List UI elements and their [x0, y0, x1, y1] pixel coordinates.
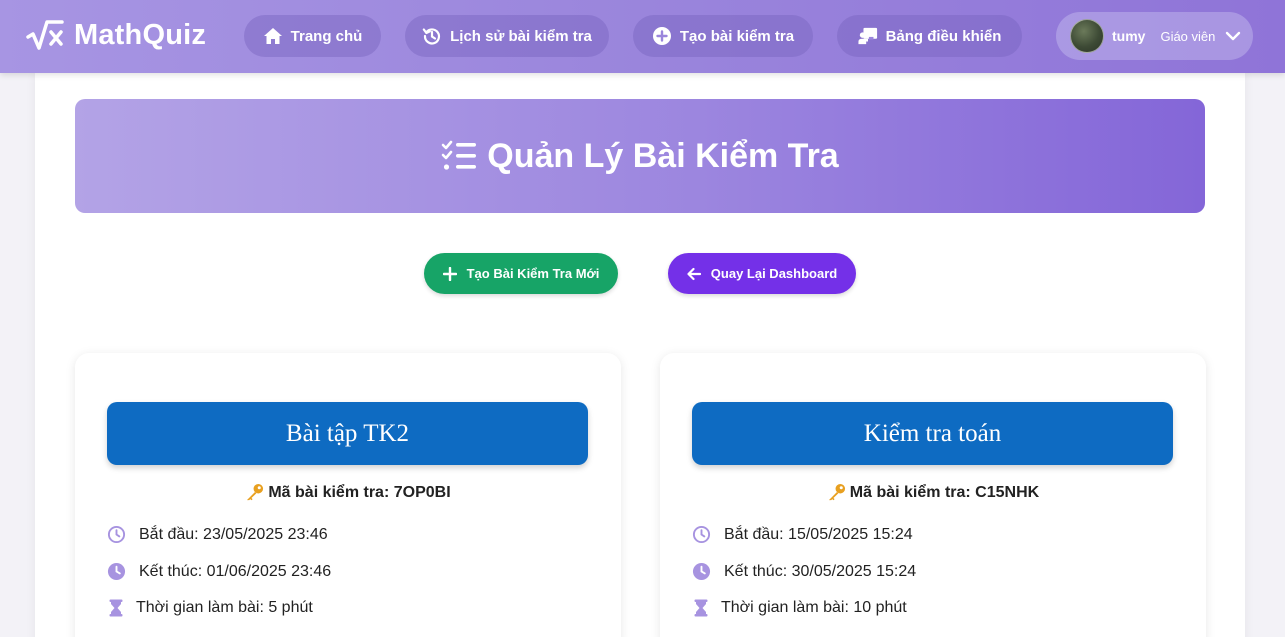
- teacher-board-icon: [858, 27, 877, 45]
- quiz-duration: Thời gian làm bài: 10 phút: [692, 599, 907, 617]
- avatar: [1070, 19, 1104, 53]
- arrow-left-icon: [687, 267, 701, 280]
- quiz-start: Bắt đầu: 15/05/2025 15:24: [692, 525, 913, 544]
- hourglass-icon: [694, 599, 708, 617]
- quiz-code: Mã bài kiểm tra: C15NHK: [660, 483, 1206, 502]
- quiz-title: Bài tập TK2: [107, 402, 588, 465]
- nav-history-label: Lịch sử bài kiểm tra: [450, 27, 592, 45]
- chevron-down-icon: [1226, 31, 1241, 41]
- page-title: Quản Lý Bài Kiểm Tra: [487, 136, 839, 175]
- quiz-end-text: Kết thúc: 30/05/2025 15:24: [724, 562, 917, 580]
- sqrt-x-icon: [26, 20, 64, 50]
- user-role: Giáo viên: [1160, 28, 1216, 44]
- back-dashboard-label: Quay Lại Dashboard: [710, 266, 838, 281]
- nav-history[interactable]: Lịch sử bài kiểm tra: [405, 15, 609, 57]
- quiz-code: Mã bài kiểm tra: 7OP0BI: [75, 483, 621, 502]
- home-icon: [263, 28, 282, 44]
- quiz-code-text: Mã bài kiểm tra: C15NHK: [849, 483, 1040, 501]
- user-name: tumy: [1112, 28, 1146, 44]
- quiz-start: Bắt đầu: 23/05/2025 23:46: [107, 525, 328, 544]
- quiz-end: Kết thúc: 01/06/2025 23:46: [107, 562, 331, 581]
- nav-dashboard[interactable]: Bảng điều khiển: [837, 15, 1022, 57]
- quiz-title: Kiểm tra toán: [692, 402, 1173, 465]
- nav-create-quiz[interactable]: Tạo bài kiểm tra: [633, 15, 813, 57]
- create-quiz-button[interactable]: Tạo Bài Kiểm Tra Mới: [424, 253, 618, 294]
- quiz-end-text: Kết thúc: 01/06/2025 23:46: [139, 562, 332, 580]
- brand-name: MathQuiz: [74, 18, 207, 51]
- nav-create-label: Tạo bài kiểm tra: [679, 27, 795, 45]
- checklist-icon: [441, 140, 477, 170]
- quiz-duration: Thời gian làm bài: 5 phút: [107, 599, 313, 617]
- nav-home[interactable]: Trang chủ: [244, 15, 381, 57]
- page-header: Quản Lý Bài Kiểm Tra: [75, 99, 1205, 213]
- quiz-end: Kết thúc: 30/05/2025 15:24: [692, 562, 916, 581]
- history-icon: [422, 28, 441, 45]
- nav-home-label: Trang chủ: [290, 27, 363, 45]
- create-quiz-label: Tạo Bài Kiểm Tra Mới: [466, 266, 600, 281]
- clock-filled-icon: [107, 562, 126, 581]
- back-dashboard-button[interactable]: Quay Lại Dashboard: [668, 253, 856, 294]
- clock-icon: [692, 525, 711, 544]
- quiz-duration-text: Thời gian làm bài: 10 phút: [721, 599, 907, 616]
- quiz-card: Kiểm tra toán Mã bài kiểm tra: C15NHK Bắ…: [660, 353, 1206, 637]
- quiz-duration-text: Thời gian làm bài: 5 phút: [136, 599, 313, 616]
- user-menu[interactable]: tumy Giáo viên: [1056, 12, 1253, 60]
- brand-logo[interactable]: MathQuiz: [26, 18, 206, 52]
- quiz-code-text: Mã bài kiểm tra: 7OP0BI: [268, 483, 451, 501]
- quiz-card: Bài tập TK2 Mã bài kiểm tra: 7OP0BI Bắt …: [75, 353, 621, 637]
- hourglass-icon: [109, 599, 123, 617]
- plus-circle-icon: [652, 27, 671, 45]
- top-navbar: MathQuiz Trang chủ Lịch sử bài kiểm tra …: [0, 0, 1285, 73]
- nav-dashboard-label: Bảng điều khiển: [885, 27, 1002, 45]
- quiz-start-text: Bắt đầu: 15/05/2025 15:24: [724, 525, 913, 543]
- plus-icon: [442, 266, 457, 281]
- key-icon: [247, 483, 264, 501]
- key-icon: [828, 483, 845, 501]
- clock-filled-icon: [692, 562, 711, 581]
- clock-icon: [107, 525, 126, 544]
- quiz-start-text: Bắt đầu: 23/05/2025 23:46: [139, 525, 328, 543]
